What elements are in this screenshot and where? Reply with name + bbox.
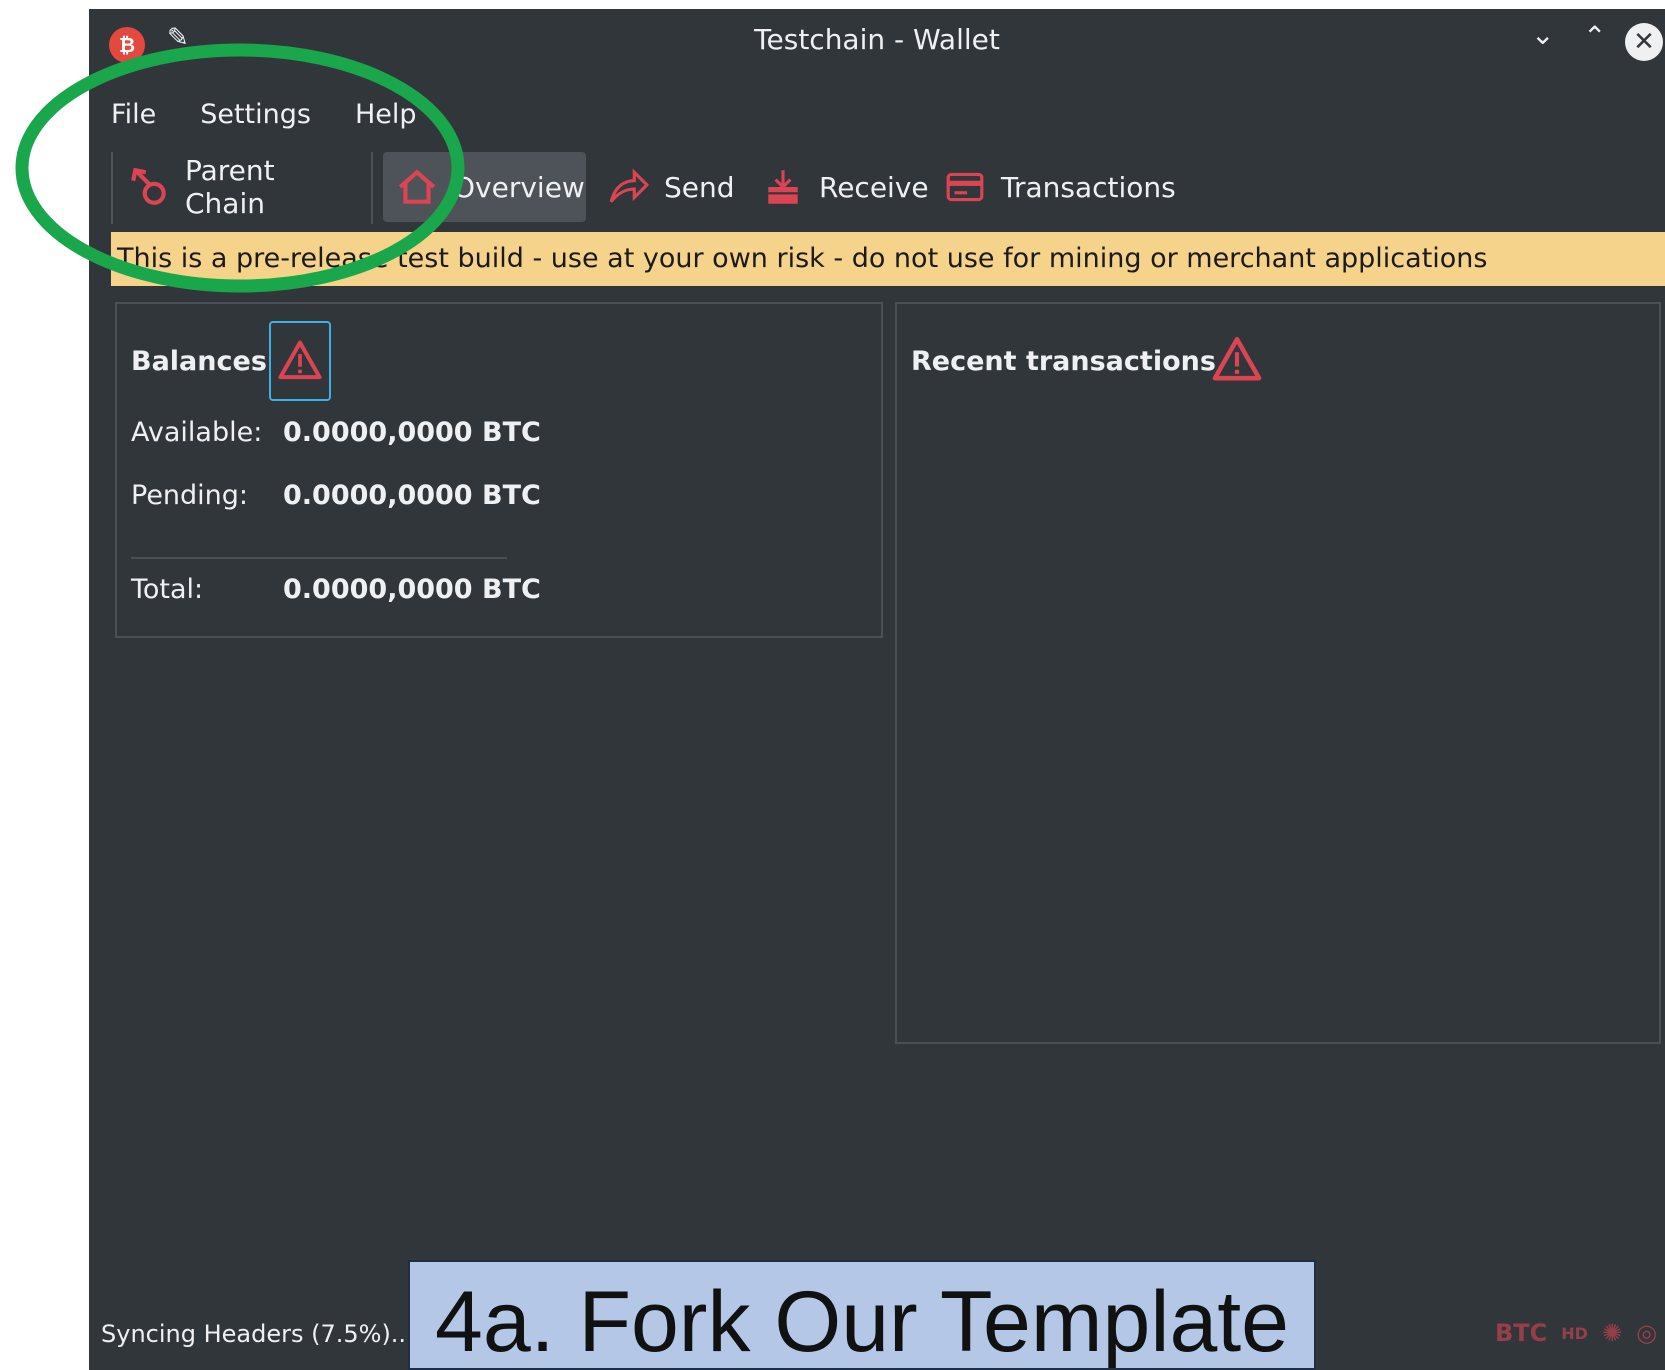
home-icon	[395, 165, 439, 209]
menu-bar: File Settings Help	[89, 89, 439, 145]
caption-box: 4a. Fork Our Template	[408, 1260, 1316, 1370]
pending-label: Pending:	[131, 480, 249, 511]
chevron-up-icon[interactable]: ⌃	[1583, 23, 1606, 51]
wallet-window: ₿ ✎ Testchain - Wallet ⌄ ⌃ ✕ File Settin…	[89, 9, 1665, 1370]
chevron-down-icon[interactable]: ⌄	[1531, 21, 1554, 49]
parent-chain-button[interactable]: Parent Chain	[129, 152, 277, 222]
warning-icon	[278, 340, 322, 380]
toolbar-separator	[111, 152, 113, 224]
parent-chain-label: Parent Chain	[185, 154, 275, 220]
parent-chain-icon	[129, 165, 171, 209]
hd-wallet-icon: HD	[1561, 1323, 1588, 1343]
toolbar-separator	[371, 152, 373, 224]
balances-panel: Balances Available: 0.0000,0000 BTC Pend…	[115, 302, 883, 638]
overview-button[interactable]: Overview	[383, 152, 586, 222]
prerelease-warning-banner: This is a pre-release test build - use a…	[111, 232, 1665, 286]
transactions-label: Transactions	[1001, 170, 1176, 204]
balances-heading: Balances	[131, 346, 267, 377]
send-label: Send	[664, 170, 735, 204]
menu-settings[interactable]: Settings	[178, 89, 333, 145]
sync-icon: ◎	[1636, 1319, 1658, 1347]
total-label: Total:	[131, 574, 204, 605]
window-title: Testchain - Wallet	[754, 23, 1000, 56]
receive-icon	[761, 165, 805, 209]
recent-transactions-heading: Recent transactions	[911, 346, 1216, 377]
transactions-button[interactable]: Transactions	[943, 152, 1176, 222]
status-icons: BTC HD ✺ ◎	[1495, 1319, 1657, 1347]
recent-transactions-panel: Recent transactions	[895, 302, 1661, 1044]
receive-label: Receive	[819, 170, 929, 204]
available-label: Available:	[131, 417, 263, 448]
menu-help[interactable]: Help	[333, 89, 439, 145]
send-icon	[606, 165, 650, 209]
overview-label: Overview	[453, 170, 585, 204]
network-activity-icon: ✺	[1601, 1319, 1623, 1347]
pending-value: 0.0000,0000 BTC	[283, 480, 541, 511]
warning-icon[interactable]	[1211, 334, 1263, 386]
unit-label[interactable]: BTC	[1495, 1319, 1547, 1347]
total-value: 0.0000,0000 BTC	[283, 574, 541, 605]
receive-button[interactable]: Receive	[761, 152, 929, 222]
balance-divider	[131, 557, 507, 559]
close-icon[interactable]: ✕	[1625, 23, 1663, 61]
sync-status-text: Syncing Headers (7.5%)...	[101, 1320, 414, 1348]
send-button[interactable]: Send	[606, 152, 735, 222]
title-bar: ₿ ✎ Testchain - Wallet ⌄ ⌃ ✕	[89, 9, 1665, 73]
transactions-icon	[943, 165, 987, 209]
balances-out-of-sync-button[interactable]	[269, 321, 331, 401]
available-value: 0.0000,0000 BTC	[283, 417, 541, 448]
menu-file[interactable]: File	[89, 89, 178, 145]
